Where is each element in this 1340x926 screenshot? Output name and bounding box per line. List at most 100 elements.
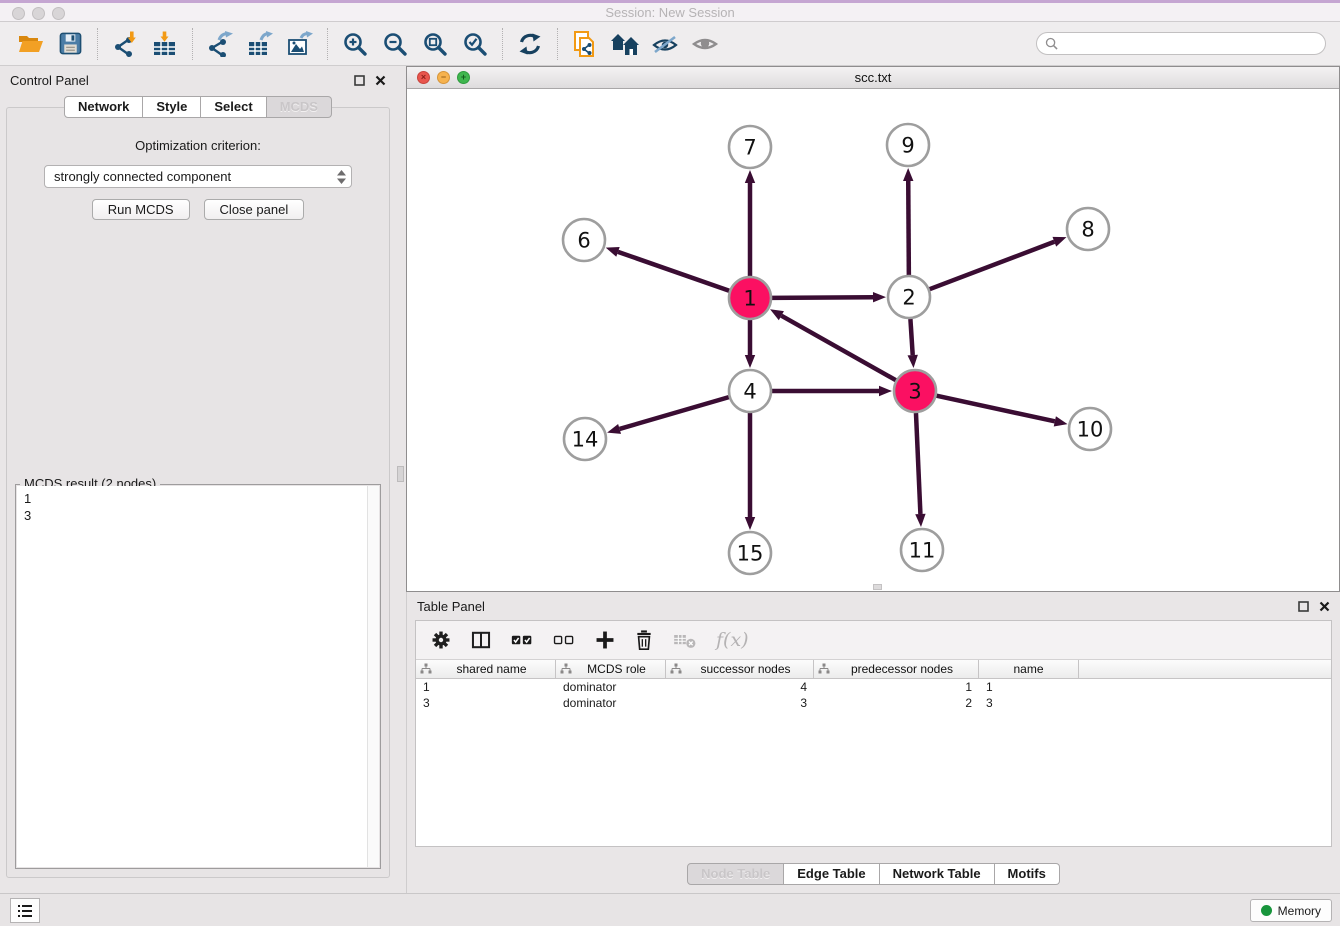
zoom-fit-icon (422, 31, 448, 57)
edge-3-11[interactable] (915, 413, 925, 527)
table-cell[interactable]: 1 (979, 679, 1079, 695)
edge-1-7[interactable] (745, 170, 755, 276)
node-3[interactable]: 3 (894, 370, 936, 412)
edge-3-1[interactable] (770, 309, 896, 380)
edge-3-10[interactable] (936, 396, 1067, 427)
unselect-all-columns-icon[interactable] (552, 629, 576, 651)
tab-motifs[interactable]: Motifs (995, 863, 1060, 885)
node-15[interactable]: 15 (729, 532, 771, 574)
show-all-button[interactable] (685, 25, 725, 63)
tab-network-table[interactable]: Network Table (880, 863, 995, 885)
select-all-columns-icon[interactable] (510, 629, 534, 651)
search-field[interactable] (1036, 32, 1326, 55)
first-neighbors-button[interactable] (605, 25, 645, 63)
close-panel-icon[interactable] (1319, 601, 1330, 612)
table-row[interactable]: 3dominator323 (416, 695, 1331, 711)
network-close-button[interactable]: × (417, 71, 430, 84)
table-settings-gear-icon[interactable] (430, 629, 452, 651)
close-panel-icon[interactable] (375, 75, 386, 86)
edge-4-3[interactable] (772, 386, 892, 396)
export-network-button[interactable] (200, 25, 240, 63)
split-panel-icon[interactable] (470, 629, 492, 651)
table-cell[interactable]: 4 (666, 679, 814, 695)
edge-2-3[interactable] (908, 319, 918, 368)
network-canvas[interactable]: 7 9 6 8 1 2 4 3 14 10 15 11 (407, 89, 1339, 591)
hide-selected-button[interactable] (645, 25, 685, 63)
edge-2-9[interactable] (903, 168, 913, 275)
export-table-button[interactable] (240, 25, 280, 63)
task-history-button[interactable] (10, 898, 40, 923)
column-header-name[interactable]: name (979, 660, 1079, 678)
edge-2-8[interactable] (930, 237, 1067, 289)
node-8[interactable]: 8 (1067, 208, 1109, 250)
node-2[interactable]: 2 (888, 276, 930, 318)
network-minimize-button[interactable]: − (437, 71, 450, 84)
divider-grip[interactable] (397, 466, 404, 482)
tab-mcds[interactable]: MCDS (267, 96, 332, 118)
memory-button[interactable]: Memory (1250, 899, 1332, 922)
column-header-successor-nodes[interactable]: successor nodes (666, 660, 814, 678)
open-file-button[interactable] (10, 25, 50, 63)
node-9[interactable]: 9 (887, 124, 929, 166)
search-input[interactable] (1063, 37, 1317, 51)
close-panel-button[interactable]: Close panel (204, 199, 305, 220)
toolbar-separator (502, 28, 503, 60)
edge-1-6[interactable] (606, 247, 730, 291)
panel-divider[interactable] (396, 66, 406, 893)
column-header-shared-name[interactable]: shared name (416, 660, 556, 678)
new-network-from-selection-button[interactable] (565, 25, 605, 63)
svg-text:2: 2 (902, 286, 915, 310)
network-window-titlebar[interactable]: × − + scc.txt (407, 67, 1339, 89)
table-panel: Table Panel (406, 592, 1340, 893)
zoom-selected-button[interactable] (455, 25, 495, 63)
edge-1-2[interactable] (772, 292, 886, 302)
run-mcds-button[interactable]: Run MCDS (92, 199, 190, 220)
table-cell[interactable]: 3 (979, 695, 1079, 711)
tab-network[interactable]: Network (64, 96, 143, 118)
float-panel-icon[interactable] (1298, 601, 1309, 612)
edge-4-15[interactable] (745, 413, 755, 530)
node-11[interactable]: 11 (901, 529, 943, 571)
zoom-in-button[interactable] (335, 25, 375, 63)
apply-layout-button[interactable] (510, 25, 550, 63)
result-scrollbar[interactable] (367, 486, 379, 867)
table-cell[interactable]: 3 (666, 695, 814, 711)
export-image-button[interactable] (280, 25, 320, 63)
edge-4-14[interactable] (607, 397, 729, 434)
node-6[interactable]: 6 (563, 219, 605, 261)
node-7[interactable]: 7 (729, 126, 771, 168)
select-stepper-icon (336, 169, 347, 185)
node-14[interactable]: 14 (564, 418, 606, 460)
tab-node-table[interactable]: Node Table (687, 863, 784, 885)
table-cell[interactable]: 2 (814, 695, 979, 711)
tab-style[interactable]: Style (143, 96, 201, 118)
add-column-icon[interactable] (594, 629, 616, 651)
node-10[interactable]: 10 (1069, 408, 1111, 450)
table-row[interactable]: 1dominator411 (416, 679, 1331, 695)
table-cell[interactable]: dominator (556, 695, 666, 711)
column-header-mcds-role[interactable]: MCDS role (556, 660, 666, 678)
network-maximize-button[interactable]: + (457, 71, 470, 84)
optimization-criterion-label: Optimization criterion: (7, 138, 389, 153)
delete-columns-trash-icon[interactable] (634, 629, 654, 651)
table-cell[interactable]: dominator (556, 679, 666, 695)
float-panel-icon[interactable] (354, 75, 365, 86)
mcds-result-text[interactable]: 1 3 (17, 486, 367, 867)
zoom-out-button[interactable] (375, 25, 415, 63)
table-cell[interactable]: 1 (814, 679, 979, 695)
zoom-fit-button[interactable] (415, 25, 455, 63)
column-header-predecessor-nodes[interactable]: predecessor nodes (814, 660, 979, 678)
table-cell[interactable]: 1 (416, 679, 556, 695)
node-4[interactable]: 4 (729, 370, 771, 412)
save-session-button[interactable] (50, 25, 90, 63)
import-table-button[interactable] (145, 25, 185, 63)
import-network-button[interactable] (105, 25, 145, 63)
network-resize-grip[interactable] (873, 584, 882, 590)
table-cell[interactable]: 3 (416, 695, 556, 711)
node-table[interactable]: shared nameMCDS rolesuccessor nodesprede… (416, 659, 1331, 846)
node-1[interactable]: 1 (729, 277, 771, 319)
optimization-select[interactable]: strongly connected component (44, 165, 352, 188)
tab-edge-table[interactable]: Edge Table (784, 863, 879, 885)
tab-select[interactable]: Select (201, 96, 266, 118)
edge-1-4[interactable] (745, 320, 755, 368)
